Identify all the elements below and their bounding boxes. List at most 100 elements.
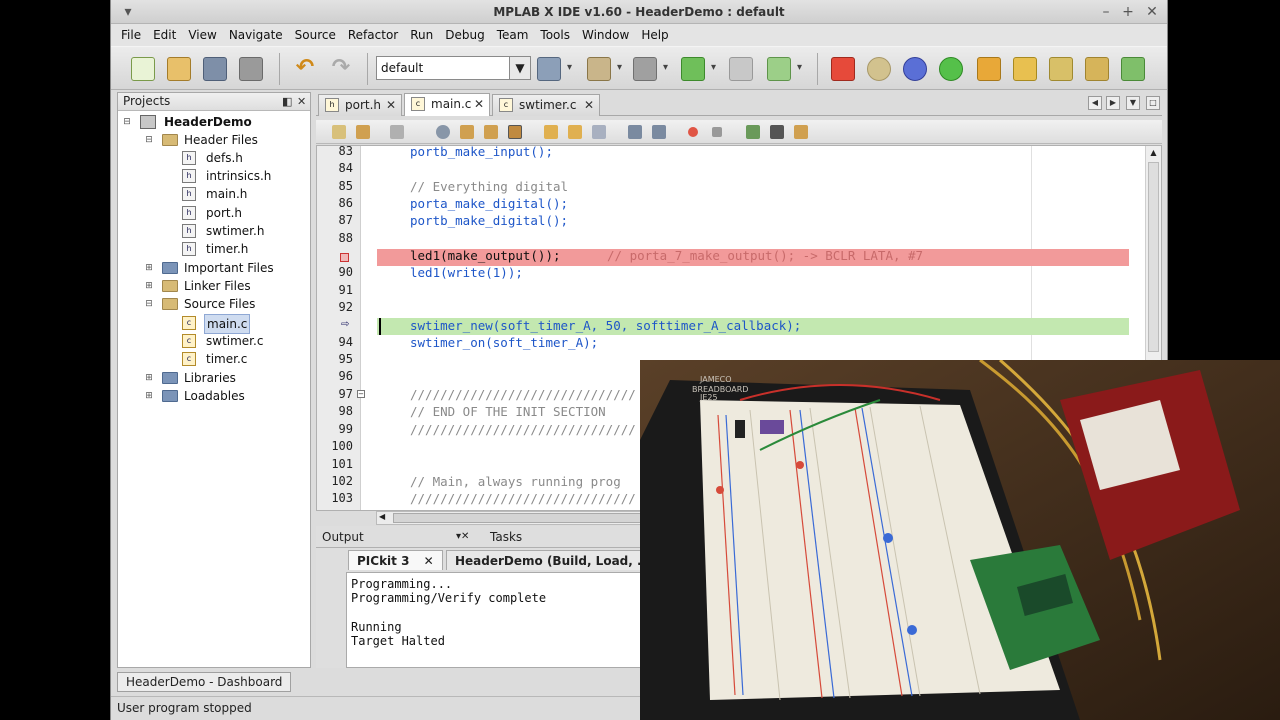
tab-swtimer-c[interactable]: c swtimer.c ✕ bbox=[492, 94, 600, 116]
expand-icon[interactable]: ⊞ bbox=[144, 259, 154, 277]
projects-panel: Projects ◧ ✕ ⊟ HeaderDemo ⊟ Header Files… bbox=[117, 92, 311, 668]
tab-main-c[interactable]: c main.c ✕ bbox=[404, 93, 490, 116]
menu-source[interactable]: Source bbox=[289, 28, 342, 42]
breakpoint-icon[interactable] bbox=[340, 253, 349, 262]
configuration-select[interactable]: default bbox=[376, 56, 516, 80]
tree-label: swtimer.h bbox=[206, 224, 265, 238]
tab-output[interactable]: Output bbox=[322, 528, 364, 546]
subtab-pickit3[interactable]: PICkit 3 ✕ bbox=[348, 550, 443, 570]
step-into-icon[interactable] bbox=[1013, 57, 1037, 81]
header-file-icon: h bbox=[182, 187, 196, 201]
open-project-icon[interactable] bbox=[203, 57, 227, 81]
find-previous-icon[interactable] bbox=[460, 125, 474, 139]
main-toolbar: ↶ ↷ default ▼ bbox=[111, 46, 1167, 90]
chevron-down-icon[interactable]: ▼ bbox=[509, 56, 531, 80]
comment-icon[interactable] bbox=[746, 125, 760, 139]
close-tab-icon[interactable]: ✕ bbox=[424, 554, 434, 568]
tab-port-h[interactable]: h port.h ✕ bbox=[318, 94, 402, 116]
menu-window[interactable]: Window bbox=[576, 28, 635, 42]
menu-view[interactable]: View bbox=[182, 28, 222, 42]
run-project-icon[interactable] bbox=[767, 57, 802, 81]
make-program-icon[interactable] bbox=[633, 57, 668, 81]
expand-icon[interactable]: ⊞ bbox=[144, 369, 154, 387]
line-number: 91 bbox=[338, 283, 353, 297]
run-to-cursor-icon[interactable] bbox=[1085, 57, 1109, 81]
menu-file[interactable]: File bbox=[115, 28, 147, 42]
collapse-icon[interactable]: ⊟ bbox=[144, 295, 154, 313]
menu-debug[interactable]: Debug bbox=[439, 28, 490, 42]
record-macro-icon[interactable] bbox=[688, 127, 698, 137]
c-file-icon: c bbox=[499, 98, 513, 112]
tab-list-icon[interactable]: ▼ bbox=[1126, 96, 1140, 110]
step-out-icon[interactable] bbox=[1049, 57, 1073, 81]
minimize-icon[interactable]: – bbox=[1097, 0, 1115, 24]
dashboard-tab[interactable]: HeaderDemo - Dashboard bbox=[117, 672, 292, 692]
minimize-panel-icon[interactable]: ◧ bbox=[282, 93, 292, 110]
tree-label: Linker Files bbox=[184, 279, 251, 293]
collapse-icon[interactable]: ⊟ bbox=[122, 113, 132, 131]
prev-bookmark-icon[interactable] bbox=[544, 125, 558, 139]
upload-icon[interactable] bbox=[681, 57, 716, 81]
project-name: HeaderDemo bbox=[164, 115, 252, 129]
next-bookmark-icon[interactable] bbox=[568, 125, 582, 139]
shift-left-icon[interactable] bbox=[628, 125, 642, 139]
undo-icon[interactable]: ↶ bbox=[293, 57, 317, 81]
stop-debug-icon[interactable] bbox=[831, 57, 855, 81]
line-number: 95 bbox=[338, 352, 353, 366]
close-panel-icon[interactable]: ✕ bbox=[297, 93, 306, 110]
window-menu-icon[interactable]: ▾ bbox=[119, 0, 137, 24]
close-icon[interactable]: ✕ bbox=[1143, 0, 1161, 24]
fold-icon[interactable]: − bbox=[357, 390, 365, 398]
scroll-up-icon[interactable]: ▲ bbox=[1148, 148, 1159, 158]
find-icon[interactable] bbox=[436, 125, 450, 139]
menu-tools[interactable]: Tools bbox=[534, 28, 576, 42]
expand-icon[interactable]: ⊞ bbox=[144, 277, 154, 295]
toggle-bookmark-icon[interactable] bbox=[592, 125, 606, 139]
tab-scroll-right-icon[interactable]: ▶ bbox=[1106, 96, 1120, 110]
folder-icon bbox=[162, 280, 178, 292]
tab-tasks[interactable]: Tasks bbox=[490, 528, 522, 546]
menu-refactor[interactable]: Refactor bbox=[342, 28, 404, 42]
collapse-icon[interactable]: ⊟ bbox=[144, 131, 154, 149]
clean-build-icon[interactable] bbox=[587, 57, 622, 81]
expand-icon[interactable]: ⊞ bbox=[144, 387, 154, 405]
forward-icon[interactable] bbox=[390, 125, 404, 139]
set-pc-icon[interactable] bbox=[1121, 57, 1145, 81]
subtab-build[interactable]: HeaderDemo (Build, Load, ... bbox=[446, 550, 660, 570]
back-icon[interactable] bbox=[332, 125, 346, 139]
menu-help[interactable]: Help bbox=[635, 28, 674, 42]
projects-header: Projects ◧ ✕ bbox=[118, 93, 310, 111]
format-icon[interactable] bbox=[794, 125, 808, 139]
tab-scroll-left-icon[interactable]: ◀ bbox=[1088, 96, 1102, 110]
close-tab-icon[interactable]: ✕ bbox=[474, 94, 484, 114]
menu-run[interactable]: Run bbox=[404, 28, 439, 42]
toggle-highlight-icon[interactable] bbox=[508, 125, 522, 139]
uncomment-icon[interactable] bbox=[770, 125, 784, 139]
close-tab-icon[interactable]: ✕ bbox=[386, 95, 396, 115]
stop-macro-icon[interactable] bbox=[712, 127, 722, 137]
scroll-thumb[interactable] bbox=[1148, 162, 1159, 352]
output-menu-icon[interactable]: ▾✕ bbox=[456, 528, 469, 546]
close-tab-icon[interactable]: ✕ bbox=[584, 95, 594, 115]
menu-navigate[interactable]: Navigate bbox=[223, 28, 289, 42]
redo-icon[interactable]: ↷ bbox=[329, 57, 353, 81]
line-number: 88 bbox=[338, 231, 353, 245]
find-next-icon[interactable] bbox=[484, 125, 498, 139]
save-all-icon[interactable] bbox=[239, 57, 263, 81]
history-icon[interactable] bbox=[356, 125, 370, 139]
maximize-icon[interactable]: + bbox=[1119, 0, 1137, 24]
build-hammer-icon[interactable] bbox=[537, 57, 572, 81]
menu-edit[interactable]: Edit bbox=[147, 28, 182, 42]
new-project-icon[interactable] bbox=[167, 57, 191, 81]
c-file-icon: c bbox=[182, 334, 196, 348]
refresh-icon[interactable] bbox=[729, 57, 753, 81]
shift-right-icon[interactable] bbox=[652, 125, 666, 139]
maximize-editor-icon[interactable]: □ bbox=[1146, 96, 1160, 110]
scroll-left-icon[interactable]: ◀ bbox=[379, 512, 385, 521]
step-over-icon[interactable] bbox=[977, 57, 1001, 81]
reset-icon[interactable] bbox=[903, 57, 927, 81]
new-file-icon[interactable] bbox=[131, 57, 155, 81]
continue-icon[interactable] bbox=[939, 57, 963, 81]
pause-icon[interactable] bbox=[867, 57, 891, 81]
menu-team[interactable]: Team bbox=[491, 28, 535, 42]
